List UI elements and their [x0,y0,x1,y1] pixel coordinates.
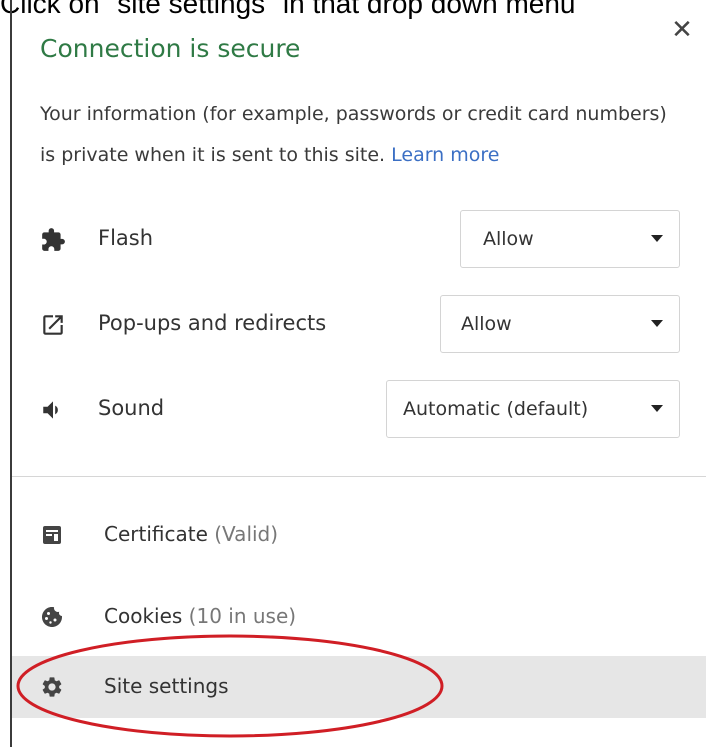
menu-label-cookies: Cookies (10 in use) [104,604,296,628]
chevron-down-icon [651,405,663,412]
chevron-down-icon [651,320,663,327]
menu-label-certificate: Certificate (Valid) [104,522,278,546]
site-settings-label: Site settings [104,674,229,698]
instruction-caption: Click on "site settings" in that drop do… [0,0,576,19]
flash-select[interactable]: Allow [460,210,680,268]
gear-icon [42,677,62,697]
permission-row-popups: Pop-ups and redirects Allow [0,295,706,355]
section-divider [12,476,706,477]
permission-row-sound: Sound Automatic (default) [0,380,706,440]
permission-label-sound: Sound [98,396,165,420]
menu-item-site-settings[interactable]: Site settings [12,656,706,718]
learn-more-link[interactable]: Learn more [391,144,499,166]
speaker-icon [43,401,58,419]
certificate-label: Certificate [104,522,208,546]
cookies-label: Cookies [104,604,183,628]
menu-label-site-settings: Site settings [104,674,229,698]
menu-item-certificate[interactable]: Certificate (Valid) [12,504,706,566]
menu-item-cookies[interactable]: Cookies (10 in use) [12,586,706,648]
certificate-icon [43,526,61,544]
permission-row-flash: Flash Allow [0,210,706,270]
permission-label-flash: Flash [98,226,154,250]
description-text: Your information (for example, passwords… [40,103,667,166]
popups-select-value: Allow [461,313,512,335]
connection-description: Your information (for example, passwords… [40,94,680,176]
chevron-down-icon [651,235,663,242]
permission-label-popups: Pop-ups and redirects [98,311,327,335]
puzzle-icon [42,228,65,251]
page: Click on "site settings" in that drop do… [0,0,706,747]
cookie-icon [42,606,63,627]
connection-title: Connection is secure [40,34,301,63]
sound-select[interactable]: Automatic (default) [386,380,680,438]
sound-select-value: Automatic (default) [403,398,589,420]
close-button[interactable]: ✕ [667,15,697,45]
popup-redirect-icon [43,315,63,335]
popups-select[interactable]: Allow [440,295,680,353]
flash-select-value: Allow [483,228,534,250]
cookies-count: (10 in use) [188,604,297,628]
certificate-status: (Valid) [214,522,279,546]
